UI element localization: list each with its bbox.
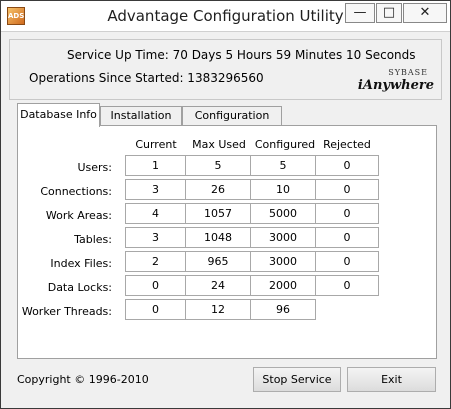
logo-ianywhere-text: iAnywhere: [357, 78, 434, 93]
service-uptime: Service Up Time: 70 Days 5 Hours 59 Minu…: [67, 48, 416, 62]
cell-worker-threads-configured: 96: [250, 299, 316, 320]
close-icon: ✕: [419, 5, 431, 20]
cell-data-locks-current: 0: [125, 275, 186, 296]
cell-work-areas-rejected: 0: [315, 203, 379, 224]
cell-worker-threads-max-used: 12: [185, 299, 251, 320]
cell-work-areas-current: 4: [125, 203, 186, 224]
tab-configuration-utility[interactable]: Configuration Utility: [182, 106, 282, 140]
logo-sybase-text: SYBASE: [388, 68, 428, 77]
close-button[interactable]: ✕: [403, 3, 447, 23]
cell-users-rejected: 0: [315, 155, 379, 176]
cell-data-locks-max-used: 24: [185, 275, 251, 296]
stop-service-button[interactable]: Stop Service: [253, 367, 341, 392]
row-label-index-files: Index Files:: [50, 257, 112, 270]
cell-index-files-max-used: 965: [185, 251, 251, 272]
cell-tables-configured: 3000: [250, 227, 316, 248]
cell-users-current: 1: [125, 155, 186, 176]
cell-tables-current: 3: [125, 227, 186, 248]
tab-database-info[interactable]: Database Info: [17, 103, 100, 127]
cell-index-files-current: 2: [125, 251, 186, 272]
column-header-rejected: Rejected: [323, 138, 371, 151]
cell-connections-configured: 10: [250, 179, 316, 200]
maximize-button[interactable]: □: [376, 3, 402, 23]
cell-connections-max-used: 26: [185, 179, 251, 200]
row-label-users: Users:: [77, 161, 112, 174]
cell-worker-threads-current: 0: [125, 299, 186, 320]
title-bar[interactable]: ADS Advantage Configuration Utility — □ …: [1, 1, 450, 32]
cell-tables-max-used: 1048: [185, 227, 251, 248]
cell-users-configured: 5: [250, 155, 316, 176]
row-label-worker-threads: Worker Threads:: [21, 305, 112, 318]
app-window: ADS Advantage Configuration Utility — □ …: [0, 0, 451, 409]
maximize-icon: □: [382, 5, 396, 20]
cell-work-areas-configured: 5000: [250, 203, 316, 224]
cell-data-locks-configured: 2000: [250, 275, 316, 296]
cell-data-locks-rejected: 0: [315, 275, 379, 296]
database-info-panel: Current Max Used Configured Rejected Use…: [17, 125, 437, 359]
cell-tables-rejected: 0: [315, 227, 379, 248]
row-label-tables: Tables:: [74, 233, 112, 246]
minimize-button[interactable]: —: [345, 3, 375, 23]
cell-work-areas-max-used: 1057: [185, 203, 251, 224]
tab-installation-info[interactable]: Installation Info: [100, 106, 182, 140]
column-header-max-used: Max Used: [192, 138, 246, 151]
cell-connections-rejected: 0: [315, 179, 379, 200]
service-info-panel: Service Up Time: 70 Days 5 Hours 59 Minu…: [9, 39, 442, 100]
cell-users-max-used: 5: [185, 155, 251, 176]
row-label-data-locks: Data Locks:: [47, 281, 112, 294]
sybase-ianywhere-logo: SYBASE iAnywhere: [357, 68, 438, 94]
column-header-configured: Configured: [254, 138, 316, 151]
operations-count: Operations Since Started: 1383296560: [29, 71, 264, 85]
cell-index-files-rejected: 0: [315, 251, 379, 272]
column-header-current: Current: [135, 138, 177, 151]
row-label-connections: Connections:: [40, 185, 112, 198]
copyright-text: Copyright © 1996-2010: [17, 373, 149, 386]
cell-connections-current: 3: [125, 179, 186, 200]
exit-button[interactable]: Exit: [347, 367, 436, 392]
row-label-work-areas: Work Areas:: [45, 209, 112, 222]
minimize-icon: —: [353, 5, 367, 20]
cell-index-files-configured: 3000: [250, 251, 316, 272]
